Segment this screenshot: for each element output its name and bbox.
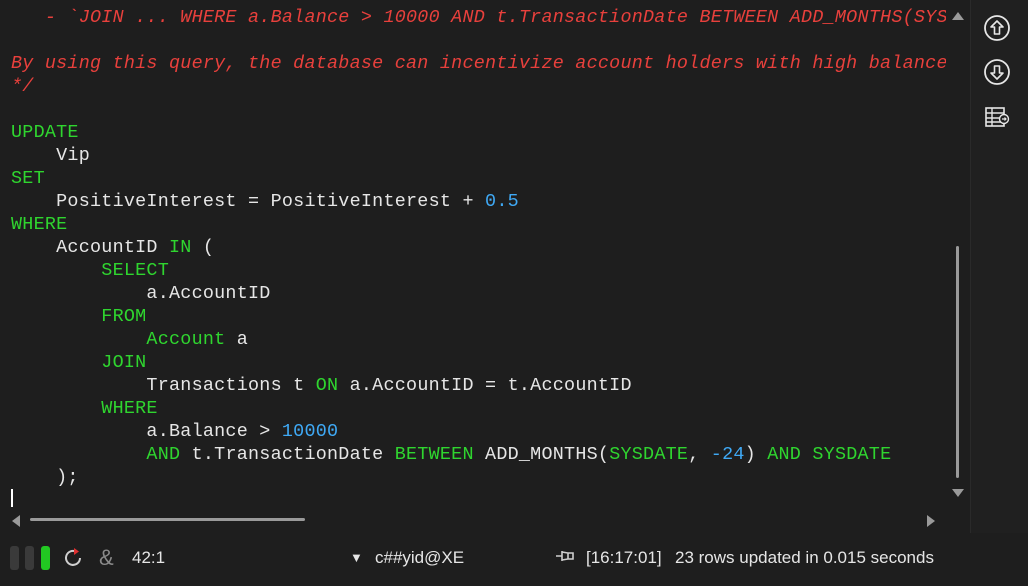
code-token: FROM xyxy=(11,306,147,327)
status-light-active xyxy=(41,546,50,570)
code-token: IN xyxy=(169,237,192,258)
horizontal-scrollbar[interactable] xyxy=(0,511,946,533)
code-line[interactable]: */ xyxy=(11,75,34,98)
code-token: a.AccountID xyxy=(11,283,271,304)
code-token: JOIN xyxy=(11,352,147,373)
code-line[interactable]: AccountID IN ( xyxy=(11,236,214,259)
code-token: UPDATE xyxy=(11,122,79,143)
pin-icon[interactable] xyxy=(553,539,579,574)
code-token: SYSDATE xyxy=(812,444,892,465)
code-token: BETWEEN xyxy=(394,444,474,465)
code-token: t.TransactionDate xyxy=(180,444,395,465)
code-token: Account xyxy=(11,329,226,350)
vertical-scroll-thumb[interactable] xyxy=(956,246,959,478)
status-light-1 xyxy=(10,546,19,570)
code-line[interactable]: By using this query, the database can in… xyxy=(11,52,946,75)
refresh-icon[interactable] xyxy=(62,539,86,574)
code-line[interactable]: Transactions t ON a.AccountID = t.Accoun… xyxy=(11,374,632,397)
code-token: WHERE xyxy=(11,398,158,419)
code-token: , xyxy=(688,444,711,465)
code-token: AND xyxy=(11,444,181,465)
scroll-down-circle-icon[interactable] xyxy=(983,58,1011,86)
vertical-scrollbar[interactable] xyxy=(946,0,970,511)
code-line[interactable]: SELECT xyxy=(11,259,169,282)
status-light-2 xyxy=(25,546,34,570)
code-line[interactable]: a.AccountID xyxy=(11,282,271,305)
status-message: 23 rows updated in 0.015 seconds xyxy=(675,548,934,567)
code-line[interactable]: Vip xyxy=(11,144,90,167)
code-line[interactable]: a.Balance > 10000 xyxy=(11,420,338,443)
scroll-right-arrow-icon[interactable] xyxy=(927,515,935,527)
code-token: PositiveInterest = PositiveInterest + xyxy=(11,191,486,212)
scroll-up-circle-icon[interactable] xyxy=(983,14,1011,42)
code-line[interactable]: FROM xyxy=(11,305,146,328)
code-line[interactable]: UPDATE xyxy=(11,121,79,144)
code-token: By using this query, the database can in… xyxy=(11,53,946,74)
code-token: a xyxy=(225,329,249,350)
code-line[interactable]: ); xyxy=(11,466,79,489)
code-token: 0.5 xyxy=(485,191,519,212)
code-token: - `JOIN ... WHERE a.Balance > 10000 AND … xyxy=(44,7,946,28)
code-token: a.AccountID = t.AccountID xyxy=(338,375,632,396)
sql-editor[interactable]: - `JOIN ... WHERE a.Balance > 10000 AND … xyxy=(0,0,946,511)
code-line[interactable]: PositiveInterest = PositiveInterest + 0.… xyxy=(11,190,519,213)
code-line[interactable]: AND t.TransactionDate BETWEEN ADD_MONTHS… xyxy=(11,443,891,466)
right-toolbar xyxy=(970,0,1028,533)
status-bar: & 42:1 ▼ c##yid@XE [16:17:01] 23 rows up… xyxy=(0,540,1028,575)
code-token: Transactions t xyxy=(11,375,316,396)
code-token: ); xyxy=(11,467,79,488)
code-token: ( xyxy=(191,237,215,258)
code-token: AccountID xyxy=(11,237,170,258)
code-token: SELECT xyxy=(11,260,170,281)
connection-dropdown-icon[interactable]: ▼ xyxy=(350,540,363,575)
ampersand-icon[interactable]: & xyxy=(99,540,114,575)
scroll-up-arrow-icon[interactable] xyxy=(952,12,964,20)
cursor-position: 42:1 xyxy=(132,548,166,567)
code-line[interactable]: - `JOIN ... WHERE a.Balance > 10000 AND … xyxy=(11,6,946,29)
code-token: 10000 xyxy=(281,421,339,442)
code-token: ON xyxy=(315,375,339,396)
code-token: Vip xyxy=(11,145,91,166)
code-token: WHERE xyxy=(11,214,68,235)
connection-label[interactable]: c##yid@XE xyxy=(375,540,464,575)
code-token: SET xyxy=(11,168,45,189)
code-token: AND xyxy=(767,444,802,465)
scroll-left-arrow-icon[interactable] xyxy=(12,515,20,527)
code-token: -24 xyxy=(710,444,745,465)
code-line[interactable]: WHERE xyxy=(11,213,67,236)
code-line[interactable]: JOIN xyxy=(11,351,146,374)
text-caret xyxy=(11,489,13,507)
scroll-down-arrow-icon[interactable] xyxy=(952,489,964,497)
code-line[interactable]: SET xyxy=(11,167,45,190)
code-token: ) xyxy=(744,444,768,465)
horizontal-scroll-thumb[interactable] xyxy=(30,518,305,521)
code-token: SYSDATE xyxy=(609,444,689,465)
log-time: [16:17:01] xyxy=(586,548,662,567)
code-line[interactable]: Account a xyxy=(11,328,248,351)
code-token: */ xyxy=(11,76,34,97)
code-token: a.Balance > xyxy=(11,421,282,442)
export-grid-icon[interactable] xyxy=(983,103,1011,131)
code-line[interactable]: WHERE xyxy=(11,397,158,420)
code-token: ADD_MONTHS( xyxy=(473,444,610,465)
